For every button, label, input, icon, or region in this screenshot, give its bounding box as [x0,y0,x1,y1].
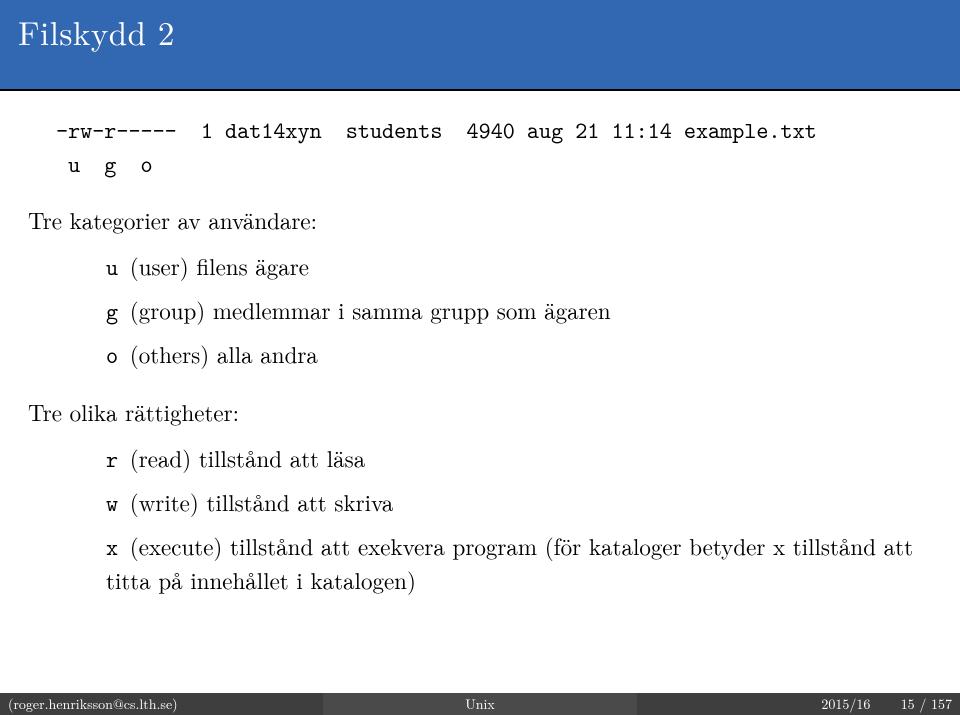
list-item: o (others) alla andra [106,338,932,372]
right-desc: (read) tillstånd att läsa [130,441,365,474]
categories-heading: Tre kategorier av användare: [28,203,932,236]
listing-line-1: -rw-r----- 1 dat14xyn students 4940 aug … [56,116,817,146]
file-listing: -rw-r----- 1 dat14xyn students 4940 aug … [56,113,932,181]
footer-author: (roger.henriksson@cs.lth.se) [0,693,323,715]
right-key: r [106,445,118,475]
slide-footer: (roger.henriksson@cs.lth.se) Unix 2015/1… [0,693,960,715]
cat-desc: (user) filens ägare [130,249,309,282]
right-key: w [106,489,118,519]
cat-desc: (group) medlemmar i samma grupp som ägar… [130,293,611,326]
footer-pagenum: 15 / 157 [901,694,952,714]
right-desc: (write) tillstånd att skriva [130,485,394,518]
list-item: x (execute) tillstånd att exekvera progr… [106,530,932,595]
list-item: w (write) tillstånd att skriva [106,486,932,520]
list-item: g (group) medlemmar i samma grupp som äg… [106,294,932,328]
right-key: x [106,533,118,563]
slide-content: -rw-r----- 1 dat14xyn students 4940 aug … [0,91,960,595]
cat-desc: (others) alla andra [130,337,318,370]
listing-line-2: u g o [56,150,153,180]
rights-list: r (read) tillstånd att läsa w (write) ti… [106,442,932,595]
categories-list: u (user) filens ägare g (group) medlemma… [106,250,932,372]
footer-title: Unix [323,693,638,715]
cat-key: u [106,253,118,283]
footer-page: 2015/16 15 / 157 [637,693,960,715]
footer-year: 2015/16 [821,694,870,714]
list-item: u (user) filens ägare [106,250,932,284]
title-text: Filskydd 2 [18,8,175,55]
cat-key: g [106,297,118,327]
cat-key: o [106,341,118,371]
rights-heading: Tre olika rättigheter: [28,395,932,428]
right-desc: (execute) tillstånd att exekvera program… [106,529,913,596]
slide-title: Filskydd 2 [0,0,960,91]
slide: Filskydd 2 -rw-r----- 1 dat14xyn student… [0,0,960,715]
list-item: r (read) tillstånd att läsa [106,442,932,476]
